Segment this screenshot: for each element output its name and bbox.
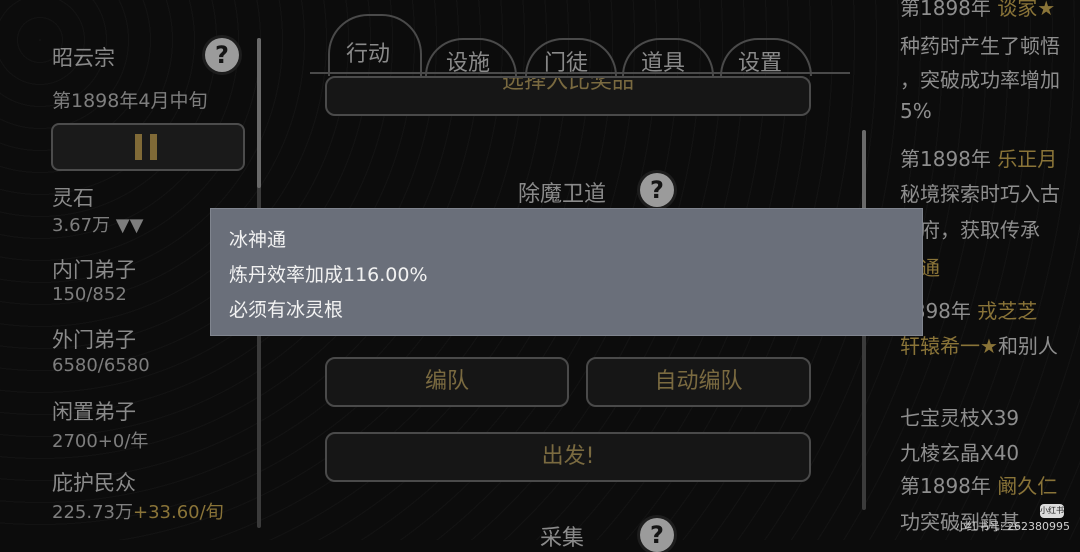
tab-disciples[interactable]: 门徒 — [544, 45, 588, 77]
log-line: 秘境探索时巧入古 — [900, 182, 1060, 206]
log-line: 九棱玄晶X40 — [900, 441, 1020, 465]
log-line: 轩辕希一★和别人 — [900, 334, 1058, 358]
tooltip-effect: 炼丹效率加成116.00% — [229, 264, 428, 286]
stat-label-spirit-stone: 灵石 — [52, 186, 94, 210]
stat-value-idle-disciples: 2700+0/年 — [52, 431, 149, 452]
stat-value-protected-people: 225.73万+33.60/旬 — [52, 502, 224, 523]
stat-value-spirit-stone: 3.67万 ▼▼ — [52, 215, 144, 236]
section-title-demon-hunt: 除魔卫道 — [518, 182, 607, 207]
gather-help-icon[interactable]: ? — [640, 518, 674, 552]
stat-label-protected-people: 庇护民众 — [52, 471, 136, 495]
left-scrollbar-thumb[interactable] — [257, 38, 261, 188]
skill-tooltip: 冰神通 炼丹效率加成116.00% 必须有冰灵根 — [210, 208, 923, 336]
stat-label-idle-disciples: 闲置弟子 — [52, 400, 136, 424]
pause-button[interactable] — [51, 123, 245, 171]
log-line: 第1898年 阚久仁 — [900, 474, 1058, 498]
section-title-gather: 采集 — [540, 526, 585, 551]
tooltip-title: 冰神通 — [229, 229, 287, 251]
stat-label-inner-disciples: 内门弟子 — [52, 258, 136, 282]
log-line: 第1898年 谈家★ — [900, 0, 1056, 20]
tooltip-requirement: 必须有冰灵根 — [229, 299, 344, 321]
help-icon[interactable]: ? — [205, 38, 239, 72]
stat-value-outer-disciples: 6580/6580 — [52, 355, 150, 376]
depart-button[interactable]: 出发! — [325, 432, 811, 482]
log-line: 第1898年 乐正月 — [900, 147, 1058, 171]
tab-action[interactable]: 行动 — [346, 36, 390, 68]
tab-items[interactable]: 道具 — [641, 45, 685, 77]
watermark-text: 小红书号: 262380995 — [955, 520, 1070, 533]
select-reward-button[interactable]: 选择入比奖品 — [325, 76, 811, 116]
sect-name: 昭云宗 — [52, 46, 115, 70]
tab-facilities[interactable]: 设施 — [446, 45, 490, 77]
stat-growth: +33.60/旬 — [132, 502, 224, 523]
demon-hunt-help-icon[interactable]: ? — [640, 173, 674, 207]
tab-settings[interactable]: 设置 — [738, 45, 782, 77]
watermark-logo: 小红书 — [1040, 504, 1064, 518]
form-team-button[interactable]: 编队 — [325, 357, 569, 407]
log-line: 5% — [900, 99, 932, 123]
stat-value-inner-disciples: 150/852 — [52, 284, 127, 305]
current-date: 第1898年4月中旬 — [52, 90, 208, 112]
log-line: ，突破成功率增加 — [900, 68, 1060, 92]
log-line: 种药时产生了顿悟 — [900, 34, 1060, 58]
auto-form-team-button[interactable]: 自动编队 — [586, 357, 811, 407]
log-line: 七宝灵枝X39 — [900, 406, 1020, 430]
pause-icon — [135, 134, 142, 160]
stat-label-outer-disciples: 外门弟子 — [52, 328, 136, 352]
